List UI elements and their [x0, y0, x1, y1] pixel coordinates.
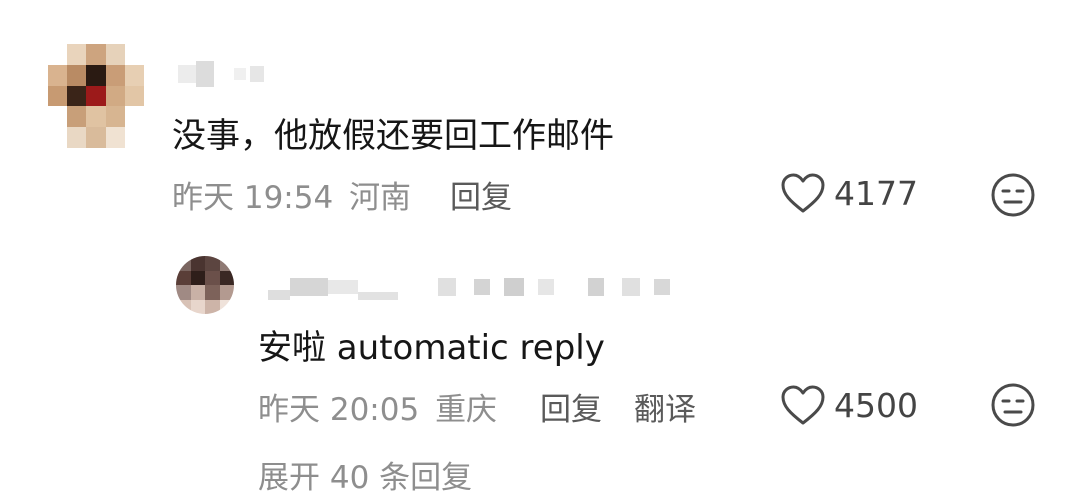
replier-username-blurred[interactable] [268, 272, 670, 302]
commenter-username-blurred[interactable] [178, 60, 264, 88]
comment-time: 昨天 19:54 [172, 180, 334, 216]
comment-location: 河南 [349, 180, 412, 216]
expand-replies-link[interactable]: 展开 40 条回复 [258, 452, 472, 497]
comment-text: 没事，他放假还要回工作邮件 [172, 116, 614, 156]
comment-reply-button[interactable]: 回复 [450, 172, 512, 217]
reply-translate-button[interactable]: 翻译 [634, 384, 696, 429]
commenter-avatar[interactable] [48, 44, 144, 148]
comment-meta: 昨天 19:54 河南 [172, 172, 411, 217]
reply-like-count: 4500 [834, 385, 918, 425]
reply-meta: 昨天 20:05 重庆 [258, 384, 497, 429]
heart-outline-icon [780, 384, 826, 426]
replier-avatar[interactable] [176, 256, 234, 314]
reply-location: 重庆 [435, 392, 498, 428]
reply-time: 昨天 20:05 [258, 392, 420, 428]
heart-outline-icon [780, 172, 826, 214]
reply-text: 安啦 automatic reply [258, 328, 605, 368]
reply-like-button[interactable]: 4500 [780, 384, 918, 426]
reply-reply-button[interactable]: 回复 [540, 384, 602, 429]
comment-like-count: 4177 [834, 173, 918, 213]
comment-like-button[interactable]: 4177 [780, 172, 918, 214]
meh-face-icon[interactable] [990, 382, 1036, 428]
meh-face-icon[interactable] [990, 172, 1036, 218]
